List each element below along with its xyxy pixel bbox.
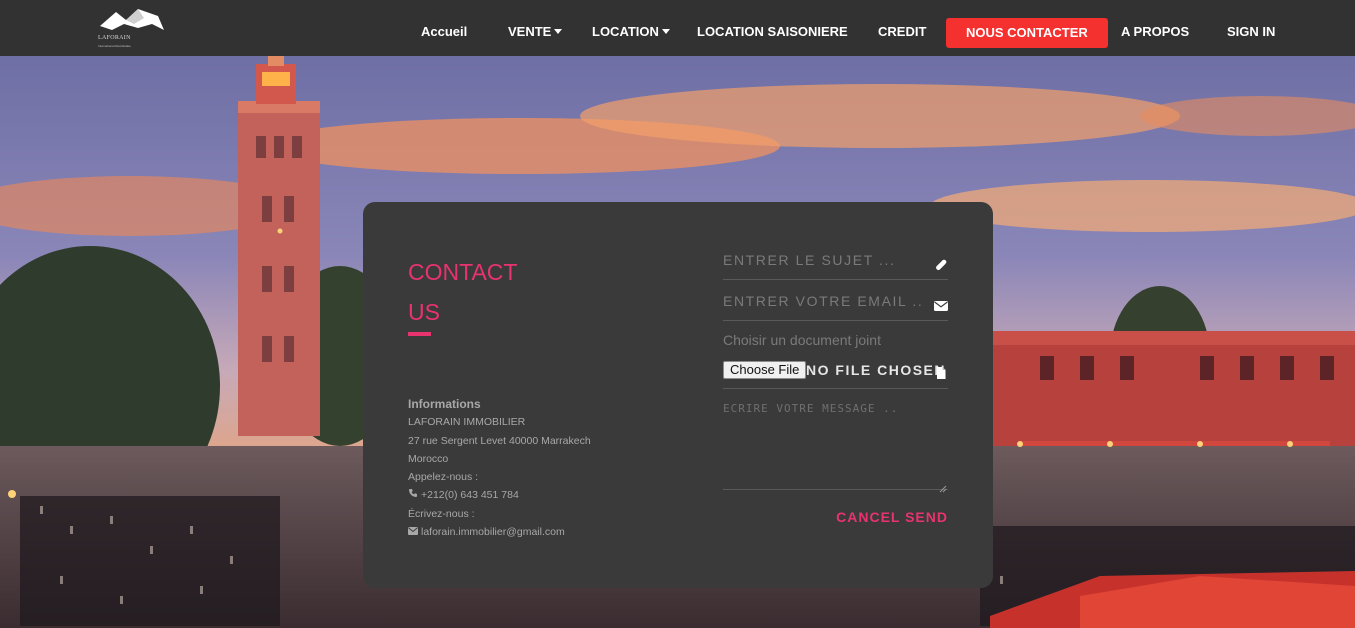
info-company: LAFORAIN IMMOBILIER [408,416,526,429]
document-label: Choisir un document joint [723,332,881,348]
resize-handle-icon[interactable] [939,480,947,493]
info-heading: Informations [408,397,481,411]
top-navbar: LAFORAIN International Real Estate Accue… [0,0,1355,56]
contact-title: CONTACT US [408,252,538,332]
nav-nous-contacter[interactable]: NOUS CONTACTER [946,18,1108,48]
nav-label: VENTE [508,24,552,39]
logo-name: LAFORAIN [98,35,131,41]
contact-card: CONTACT US Informations LAFORAIN IMMOBIL… [363,202,993,588]
nav-label: LOCATION [592,24,659,39]
file-field: Choose File NO FILE CHOSEN [723,358,948,389]
nav-sign-in[interactable]: SIGN IN [1227,18,1275,48]
nav-vente[interactable]: VENTE [508,18,563,48]
email-input[interactable] [723,293,923,309]
info-address: 27 rue Sergent Levet 40000 Marrakech [408,434,591,447]
logo-tagline: International Real Estate [98,44,131,48]
message-textarea[interactable] [723,402,948,488]
subject-field [723,252,948,280]
info-country: Morocco [408,452,449,465]
nav-label: NOUS CONTACTER [966,25,1088,40]
nav-label: SIGN IN [1227,24,1276,39]
email-field [723,293,948,321]
nav-label: Accueil [421,24,468,39]
nav-a-propos[interactable]: A PROPOS [1121,18,1189,48]
nav-credit[interactable]: CREDIT [878,18,926,48]
message-field [723,402,948,493]
choose-file-button[interactable]: Choose File [723,361,807,379]
info-email[interactable]: laforain.immobilier@gmail.com [421,526,565,538]
phone-icon [408,486,418,504]
nav-location-saisoniere[interactable]: LOCATION SAISONIERE [697,18,848,48]
info-email-row: laforain.immobilier@gmail.com [408,523,591,541]
subject-input[interactable] [723,252,923,268]
info-phone: +212(0) 643 451 784 [421,489,519,502]
nav-label: A PROPOS [1121,24,1190,39]
nav-label: LOCATION SAISONIERE [697,24,848,39]
contact-info: Informations LAFORAIN IMMOBILIER 27 rue … [408,395,591,541]
nav-accueil[interactable]: Accueil [421,18,467,48]
nav-label: CREDIT [878,24,927,39]
form-actions: CANCEL SEND [836,509,948,525]
caret-down-icon [661,29,670,35]
caret-down-icon [554,29,563,35]
paperclip-icon [934,258,948,272]
title-underline [408,332,431,336]
envelope-icon [934,299,948,313]
logo-mark-icon [100,9,164,30]
contact-title-line2: US [408,299,440,325]
send-button[interactable]: SEND [905,509,948,525]
file-status: NO FILE CHOSEN [806,362,947,378]
cancel-button[interactable]: CANCEL [836,509,900,525]
envelope-icon [408,523,418,541]
document-icon [934,366,948,380]
site-logo[interactable]: LAFORAIN International Real Estate [98,6,168,50]
contact-title-line1: CONTACT [408,259,518,285]
info-phone-row: +212(0) 643 451 784 [408,486,591,504]
info-call-label: Appelez-nous : [408,471,479,484]
nav-location[interactable]: LOCATION [592,18,670,48]
info-write-label: Écrivez-nous : [408,507,475,520]
